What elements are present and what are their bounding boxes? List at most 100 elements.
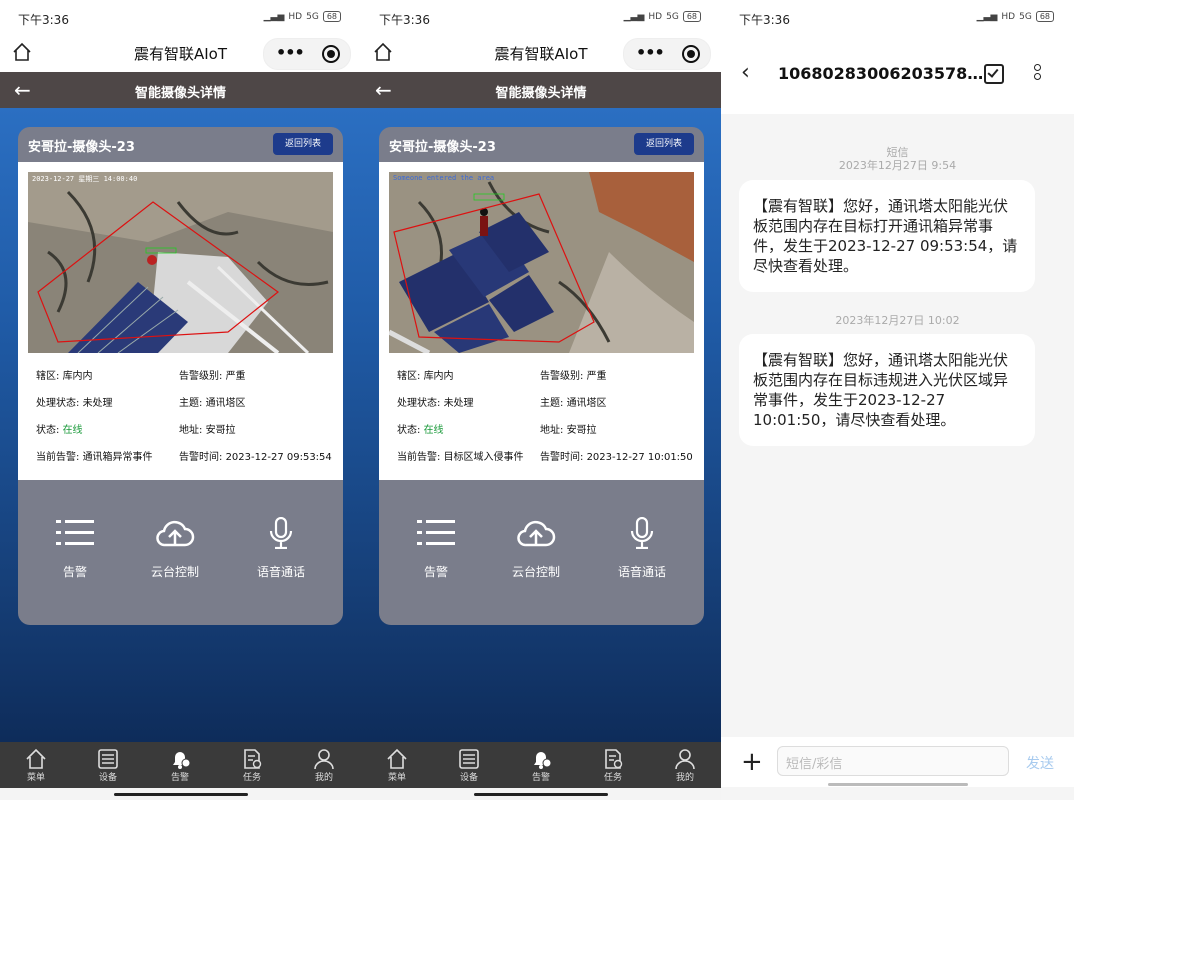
state-field: 状态: 在线 (36, 425, 83, 436)
message-time: 2023年12月27日 10:02 (835, 314, 960, 327)
device-icon (459, 749, 479, 769)
snapshot-overlay-text: 2023-12-27 星期三 14:00:40 (32, 175, 138, 183)
handle-field: 处理状态: 未处理 (36, 398, 113, 409)
tab-mine[interactable]: 我的 (665, 748, 705, 783)
action-bar: 告警 云台控制 语音通话 (379, 487, 704, 607)
status-time: 下午3:36 (18, 13, 69, 27)
voice-call-button[interactable]: 语音通话 (597, 516, 687, 580)
tab-alarm[interactable]: 告警 (160, 748, 200, 783)
voice-call-button[interactable]: 语音通话 (236, 516, 326, 580)
camera-info: 辖区: 库内内 告警级别: 严重 处理状态: 未处理 主题: 通讯塔区 状态: … (397, 367, 704, 475)
camera-detail-area: 2023-12-27 星期三 14:00:40 辖区: 库内内 告警级别: 严重… (18, 162, 343, 480)
page-header: ← 智能摄像头详情 (0, 72, 361, 108)
ptz-control-button[interactable]: 云台控制 (130, 517, 220, 580)
phone-screen-2: 下午3:36 ▁▃▅ HD 5G 68 震有智联AIoT ••• ← 智能摄像头… (361, 0, 721, 800)
return-list-button[interactable]: 返回列表 (634, 133, 694, 155)
zone-field: 辖区: 库内内 (36, 371, 93, 382)
tab-alarm[interactable]: 告警 (521, 748, 561, 783)
miniapp-capsule: ••• (623, 38, 711, 70)
hd-badge: HD (1001, 11, 1016, 22)
info-row: 状态: 在线 地址: 安哥拉 (397, 421, 704, 448)
current-alarm-field: 当前告警: 目标区域入侵事件 (397, 452, 524, 463)
profile-icon (675, 749, 695, 770)
tab-mine[interactable]: 我的 (304, 748, 344, 783)
tab-device[interactable]: 设备 (88, 748, 128, 783)
online-status: 在线 (423, 425, 444, 436)
alarm-action-button[interactable]: 告警 (391, 517, 481, 580)
microphone-icon (630, 516, 654, 550)
state-field: 状态: 在线 (397, 425, 444, 436)
home-icon (387, 748, 407, 769)
tab-task[interactable]: 任务 (593, 748, 633, 783)
alarm-time-field: 告警时间: 2023-12-27 10:01:50 (540, 452, 693, 463)
page-title: 智能摄像头详情 (495, 86, 587, 101)
status-icons: ▁▃▅ HD 5G 68 (264, 11, 341, 22)
bottom-tabbar: 菜单 设备 告警 任务 我的 (0, 742, 361, 788)
home-indicator (0, 788, 361, 800)
camera-snapshot[interactable]: Someone entered the area (389, 172, 694, 353)
status-time: 下午3:36 (379, 13, 430, 27)
signal-icon: ▁▃▅ (623, 11, 645, 22)
network-5g: 5G (666, 11, 679, 22)
action-label: 云台控制 (511, 565, 560, 579)
message-time: 2023年12月27日 9:54 (838, 159, 957, 172)
cloud-upload-icon (517, 520, 556, 547)
battery-icon: 68 (322, 11, 341, 22)
action-label: 语音通话 (256, 565, 305, 579)
online-status: 在线 (62, 425, 83, 436)
tab-menu[interactable]: 菜单 (16, 748, 56, 783)
battery-icon: 68 (1035, 11, 1054, 22)
chevron-left-icon[interactable]: ‹ (741, 60, 750, 85)
info-row: 处理状态: 未处理 主题: 通讯塔区 (397, 394, 704, 421)
list-icon (56, 520, 94, 545)
info-row: 处理状态: 未处理 主题: 通讯塔区 (36, 394, 343, 421)
address-field: 地址: 安哥拉 (540, 425, 597, 436)
info-row: 辖区: 库内内 告警级别: 严重 (36, 367, 343, 394)
camera-name: 安哥拉-摄像头-23 (28, 140, 135, 155)
miniapp-capsule: ••• (263, 38, 351, 70)
alarm-time-field: 告警时间: 2023-12-27 09:53:54 (179, 452, 332, 463)
camera-name: 安哥拉-摄像头-23 (389, 140, 496, 155)
handle-field: 处理状态: 未处理 (397, 398, 474, 409)
more-vertical-icon[interactable] (1034, 64, 1041, 82)
address-field: 地址: 安哥拉 (179, 425, 236, 436)
camera-info: 辖区: 库内内 告警级别: 严重 处理状态: 未处理 主题: 通讯塔区 状态: … (36, 367, 343, 475)
phone-screen-1: 下午3:36 ▁▃▅ HD 5G 68 震有智联AIoT ••• ← 智能摄像头… (0, 0, 361, 800)
page-title: 智能摄像头详情 (134, 86, 226, 101)
close-target-icon[interactable] (322, 45, 340, 63)
status-icons: ▁▃▅ HD 5G 68 (977, 11, 1054, 22)
tab-device[interactable]: 设备 (449, 748, 489, 783)
send-button[interactable]: 发送 (1026, 753, 1054, 773)
info-row: 辖区: 库内内 告警级别: 严重 (397, 367, 704, 394)
action-bar: 告警 云台控制 语音通话 (18, 487, 343, 607)
plus-icon[interactable]: + (741, 747, 763, 777)
camera-snapshot[interactable]: 2023-12-27 星期三 14:00:40 (28, 172, 333, 353)
signal-icon: ▁▃▅ (976, 11, 998, 22)
more-dots-icon[interactable]: ••• (636, 43, 665, 62)
return-list-button[interactable]: 返回列表 (273, 133, 333, 155)
list-icon (417, 520, 455, 545)
message-bubble[interactable]: 【震有智联】您好，通讯塔太阳能光伏板范围内存在目标违规进入光伏区域异常事件，发生… (739, 334, 1035, 446)
bottom-tabbar: 菜单 设备 告警 任务 我的 (361, 742, 721, 788)
select-check-icon[interactable] (984, 64, 1004, 84)
alarm-action-button[interactable]: 告警 (30, 517, 120, 580)
topic-field: 主题: 通讯塔区 (540, 398, 607, 409)
status-icons: ▁▃▅ HD 5G 68 (624, 11, 701, 22)
status-time: 下午3:36 (739, 13, 790, 27)
ptz-control-button[interactable]: 云台控制 (491, 517, 581, 580)
more-dots-icon[interactable]: ••• (276, 43, 305, 62)
zone-field: 辖区: 库内内 (397, 371, 454, 382)
tab-menu[interactable]: 菜单 (377, 748, 417, 783)
camera-detail-area: Someone entered the area 辖区: 库内内 告警级别: 严… (379, 162, 704, 480)
home-indicator (828, 783, 968, 786)
message-bubble[interactable]: 【震有智联】您好，通讯塔太阳能光伏板范围内存在目标打开通讯箱异常事件，发生于20… (739, 180, 1035, 292)
tab-task[interactable]: 任务 (232, 748, 272, 783)
message-input[interactable]: 短信/彩信 (777, 746, 1009, 776)
info-row: 当前告警: 通讯箱异常事件 告警时间: 2023-12-27 09:53:54 (36, 448, 343, 475)
close-target-icon[interactable] (682, 45, 700, 63)
alarm-bell-icon (173, 752, 191, 769)
sms-header: ‹ 10680283006203578… (721, 36, 1074, 114)
camera-card: 安哥拉-摄像头-23 返回列表 (18, 127, 343, 625)
status-bar: 下午3:36 ▁▃▅ HD 5G 68 (361, 0, 721, 36)
level-field: 告警级别: 严重 (540, 371, 607, 382)
